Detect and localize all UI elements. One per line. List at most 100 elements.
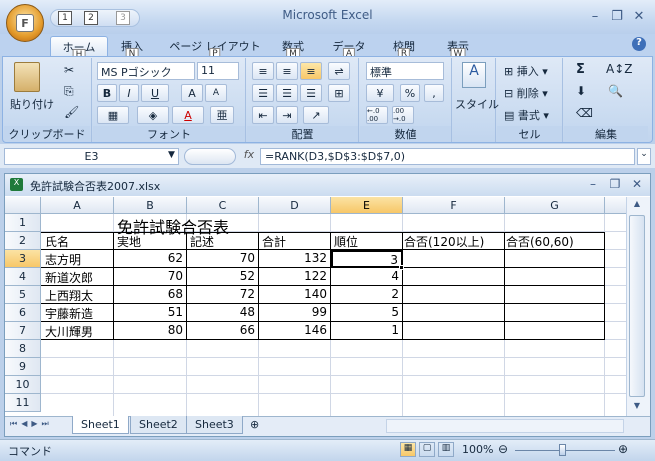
align-center-button[interactable]: ☰ (276, 84, 298, 102)
align-bottom-button[interactable]: ≡ (300, 62, 322, 80)
office-button[interactable]: F (6, 4, 44, 42)
align-left-button[interactable]: ☰ (252, 84, 274, 102)
kijutsu-cell[interactable]: 70 (187, 250, 258, 268)
jitchi-cell[interactable]: 80 (114, 322, 186, 340)
wrap-text-button[interactable]: ⇌ (328, 62, 350, 80)
align-middle-button[interactable]: ≡ (276, 62, 298, 80)
format-cells-icon[interactable]: ▤ 書式 ▾ (504, 107, 549, 123)
insert-sheet-icon[interactable]: ⊕ (250, 418, 259, 431)
tab-insert[interactable]: 挿入 N (108, 36, 156, 61)
tab-home[interactable]: ホーム H (50, 36, 108, 62)
name-box[interactable]: E3 (4, 148, 179, 165)
kijutsu-cell[interactable]: 66 (187, 322, 258, 340)
number-format-combo[interactable]: 標準 (366, 62, 444, 80)
wb-restore-icon[interactable]: ❐ (608, 177, 622, 191)
formula-bar-handle[interactable] (184, 148, 236, 165)
total-cell[interactable]: 99 (259, 304, 330, 322)
decrease-indent-button[interactable]: ⇤ (252, 106, 274, 124)
row-header[interactable]: 3 (5, 250, 41, 268)
scroll-down-icon[interactable]: ▼ (629, 401, 645, 415)
autosum-button[interactable]: Σ (576, 62, 585, 77)
zoom-level[interactable]: 100% (462, 443, 493, 456)
comma-button[interactable]: , (424, 84, 444, 102)
font-name-combo[interactable]: MS Pゴシック (97, 62, 195, 80)
rank-cell[interactable]: 5 (331, 304, 402, 322)
header-cell[interactable]: 順位 (331, 232, 402, 250)
jitchi-cell[interactable]: 68 (114, 286, 186, 304)
border-button[interactable]: ▦ (97, 106, 129, 124)
column-header-d[interactable]: D (259, 197, 331, 214)
row-header[interactable]: 4 (5, 268, 41, 286)
sort-filter-icon[interactable]: A↕Z (606, 62, 632, 76)
kijutsu-cell[interactable]: 72 (187, 286, 258, 304)
tab-data[interactable]: データ A (324, 36, 374, 61)
sheet-tab-sheet2[interactable]: Sheet2 (130, 416, 187, 434)
page-break-view-icon[interactable]: ▥ (438, 442, 454, 457)
zoom-out-icon[interactable]: ⊖ (498, 442, 508, 456)
row-header[interactable]: 2 (5, 232, 41, 250)
column-header-b[interactable]: B (114, 197, 187, 214)
fill-icon[interactable]: ⬇ (576, 84, 586, 98)
bold-button[interactable]: B (97, 84, 117, 102)
total-cell[interactable]: 140 (259, 286, 330, 304)
name-cell[interactable]: 宇藤新造 (42, 304, 113, 322)
wb-minimize-icon[interactable]: – (586, 177, 600, 191)
styles-button[interactable]: スタイル (455, 96, 499, 112)
column-header-h[interactable] (605, 197, 626, 214)
font-size-combo[interactable]: 11 (197, 62, 239, 80)
page-layout-view-icon[interactable]: ▢ (419, 442, 435, 457)
rank-cell-active[interactable]: 3 (331, 250, 403, 268)
font-color-button[interactable]: A (172, 106, 204, 124)
column-header-e[interactable]: E (331, 197, 403, 214)
paste-label[interactable]: 貼り付け (10, 96, 54, 112)
name-box-dropdown-icon[interactable]: ▼ (168, 150, 175, 160)
name-cell[interactable]: 新道次郎 (42, 268, 113, 286)
sheet-tab-sheet3[interactable]: Sheet3 (186, 416, 243, 434)
jitchi-cell[interactable]: 51 (114, 304, 186, 322)
paste-icon[interactable] (14, 62, 40, 92)
decrease-decimal-button[interactable]: .00 →.0 (392, 106, 414, 124)
sheet-title[interactable]: 免許試験合否表 (117, 214, 229, 237)
italic-button[interactable]: I (119, 84, 139, 102)
header-cell[interactable]: 氏名 (42, 232, 113, 250)
row-header[interactable]: 9 (5, 358, 41, 376)
column-header-f[interactable]: F (403, 197, 505, 214)
tab-review[interactable]: 校閲 R (382, 36, 426, 61)
help-icon[interactable]: ? (632, 37, 646, 51)
total-cell[interactable]: 132 (259, 250, 330, 268)
header-cell[interactable]: 実地 (114, 232, 186, 250)
underline-button[interactable]: U (141, 84, 169, 102)
copy-icon[interactable]: ⎘ (64, 84, 74, 99)
name-cell[interactable]: 志方明 (42, 250, 113, 268)
total-cell[interactable]: 146 (259, 322, 330, 340)
merge-center-button[interactable]: ⊞ (328, 84, 350, 102)
name-cell[interactable]: 大川輝男 (42, 322, 113, 340)
expand-formula-bar-icon[interactable]: ⌄ (637, 148, 651, 165)
total-cell[interactable]: 122 (259, 268, 330, 286)
worksheet-grid[interactable]: A B C D E F G 1 2 3 4 5 6 7 8 9 10 11 免許… (5, 197, 626, 416)
column-header-c[interactable]: C (187, 197, 259, 214)
horizontal-scrollbar[interactable] (386, 419, 624, 433)
percent-button[interactable]: % (400, 84, 420, 102)
currency-button[interactable]: ¥ (366, 84, 394, 102)
increase-indent-button[interactable]: ⇥ (276, 106, 298, 124)
restore-icon[interactable]: ❐ (610, 9, 624, 24)
align-top-button[interactable]: ≡ (252, 62, 274, 80)
name-cell[interactable]: 上西翔太 (42, 286, 113, 304)
scroll-thumb[interactable] (629, 215, 645, 397)
sheet-tab-sheet1[interactable]: Sheet1 (72, 416, 129, 434)
wb-close-icon[interactable]: ✕ (630, 177, 644, 191)
scroll-up-icon[interactable]: ▲ (629, 199, 645, 213)
orientation-button[interactable]: ↗ (303, 106, 329, 124)
header-cell[interactable]: 合否(120以上) (403, 232, 504, 250)
select-all-corner[interactable] (5, 197, 41, 214)
row-header[interactable]: 7 (5, 322, 41, 340)
close-icon[interactable]: ✕ (632, 9, 646, 24)
header-cell[interactable]: 合否(60,60) (505, 232, 605, 250)
insert-cells-icon[interactable]: ⊞ 挿入 ▾ (504, 63, 548, 79)
normal-view-icon[interactable]: ▦ (400, 442, 416, 457)
row-header[interactable]: 5 (5, 286, 41, 304)
column-header-a[interactable]: A (41, 197, 114, 214)
row-header[interactable]: 10 (5, 376, 41, 394)
align-right-button[interactable]: ☰ (300, 84, 322, 102)
